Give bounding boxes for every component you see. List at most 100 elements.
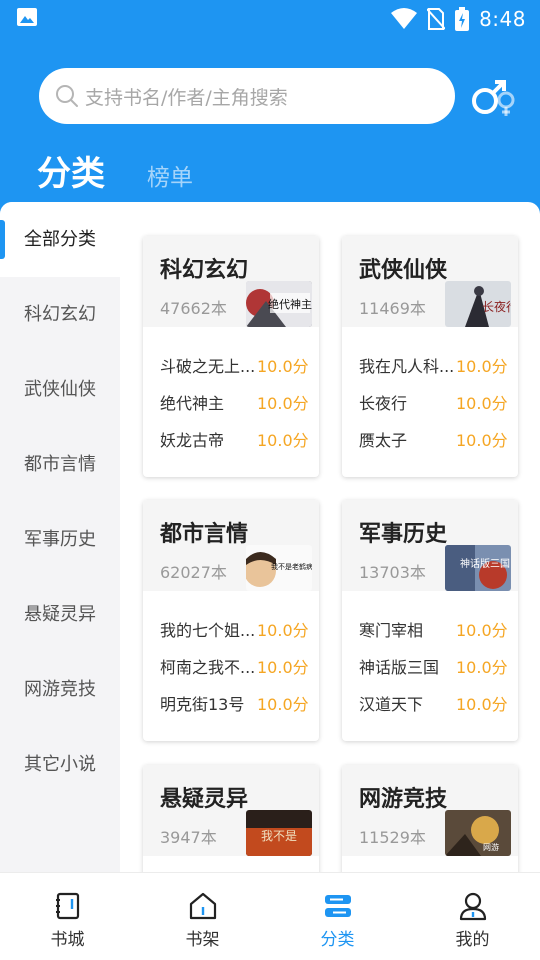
book-title: 我的七个姐...: [160, 621, 256, 640]
card-header: 科幻玄幻 47662本 绝代神主: [143, 236, 319, 327]
book-score: 10.0分: [456, 658, 508, 677]
card-title: 科幻玄幻: [160, 258, 249, 283]
nav-label: 书架: [185, 930, 220, 950]
nav-label: 分类: [320, 930, 355, 950]
book-title: 神话版三国: [359, 658, 440, 677]
book-item[interactable]: 绝代神主 10.0分: [143, 382, 319, 419]
book-cover: 网游: [445, 810, 511, 856]
sidebar-item-military-history[interactable]: 军事历史: [0, 502, 120, 577]
tab-category[interactable]: 分类: [37, 146, 105, 195]
nav-label: 书城: [50, 930, 85, 950]
book-score: 10.0分: [257, 695, 309, 714]
status-bar: 8:48: [0, 0, 540, 38]
cover-art: 长夜行: [445, 281, 511, 327]
book-score: 10.0分: [257, 621, 309, 640]
card-count: 47662本: [160, 299, 227, 318]
book-item[interactable]: 柯南之我不... 10.0分: [143, 646, 319, 683]
category-icon: [324, 895, 351, 917]
cover-art: 我不是老鹤病: [246, 545, 312, 591]
user-icon: [459, 892, 486, 921]
book-item[interactable]: 斗破之无上... 10.0分: [143, 345, 319, 382]
nav-category[interactable]: 分类: [270, 873, 405, 960]
cover-title: 网游: [483, 842, 499, 852]
book-score: 10.0分: [456, 394, 508, 413]
bottom-navigation: 书城 书架 分类 我的: [0, 872, 540, 960]
book-title: 明克街13号: [160, 695, 245, 714]
book-item[interactable]: 汉道天下 10.0分: [342, 683, 518, 720]
book-cover: 我不是老鹤病: [246, 545, 312, 591]
book-score: 10.0分: [456, 695, 508, 714]
sidebar-item-other[interactable]: 其它小说: [0, 727, 120, 802]
gender-switch-icon[interactable]: [468, 78, 520, 118]
book-score: 10.0分: [257, 394, 309, 413]
cover-art: 神话版三国: [445, 545, 511, 591]
nav-label: 我的: [455, 930, 490, 950]
category-card-mystery[interactable]: 悬疑灵异 3947本 我不是: [143, 765, 319, 872]
book-item[interactable]: 长夜行 10.0分: [342, 382, 518, 419]
sidebar-item-all[interactable]: 全部分类: [0, 202, 120, 277]
card-count: 11529本: [359, 828, 426, 847]
card-count: 62027本: [160, 563, 227, 582]
book-title: 赝太子: [359, 431, 408, 450]
sidebar-item-scifi-fantasy[interactable]: 科幻玄幻: [0, 277, 120, 352]
book-title: 我在凡人科...: [359, 357, 455, 376]
photo-icon: [17, 8, 37, 26]
cover-title: 神话版三国: [460, 557, 510, 570]
tab-rank[interactable]: 榜单: [147, 158, 193, 192]
category-sidebar: 全部分类 科幻玄幻 武侠仙侠 都市言情 军事历史 悬疑灵异 网游竞技 其它小说: [0, 202, 120, 872]
battery-icon: [455, 7, 470, 31]
category-card-military-history[interactable]: 军事历史 13703本 神话版三国 寒门宰相 10.0分 神话版三国 10.0分: [342, 500, 518, 741]
book-icon: [55, 892, 79, 920]
book-item[interactable]: 明克街13号 10.0分: [143, 683, 319, 720]
book-title: 柯南之我不...: [160, 658, 256, 677]
book-list: 我在凡人科... 10.0分 长夜行 10.0分 赝太子 10.0分: [342, 327, 518, 456]
book-item[interactable]: 寒门宰相 10.0分: [342, 609, 518, 646]
card-title: 都市言情: [160, 522, 249, 547]
sidebar-item-wuxia-xianxia[interactable]: 武侠仙侠: [0, 352, 120, 427]
cover-art: 绝代神主: [246, 281, 312, 327]
book-title: 斗破之无上...: [160, 357, 256, 376]
card-title: 军事历史: [359, 522, 448, 547]
no-sim-icon: [427, 8, 446, 30]
book-title: 汉道天下: [359, 695, 424, 714]
nav-bookshelf[interactable]: 书架: [135, 873, 270, 960]
card-header: 悬疑灵异 3947本 我不是: [143, 765, 319, 856]
cover-title: 我不是老鹤病: [271, 562, 312, 571]
sidebar-item-mystery[interactable]: 悬疑灵异: [0, 577, 120, 652]
book-cover: 绝代神主: [246, 281, 312, 327]
book-item[interactable]: 我的七个姐... 10.0分: [143, 609, 319, 646]
card-header: 军事历史 13703本 神话版三国: [342, 500, 518, 591]
search-icon: [56, 85, 78, 107]
book-score: 10.0分: [456, 621, 508, 640]
book-title: 寒门宰相: [359, 621, 424, 640]
cover-art: 网游: [445, 810, 511, 856]
search-placeholder: 支持书名/作者/主角搜索: [85, 86, 288, 109]
book-title: 妖龙古帝: [160, 431, 225, 450]
category-card-scifi-fantasy[interactable]: 科幻玄幻 47662本 绝代神主 斗破之无上... 10.0分 绝代神主 10.…: [143, 236, 319, 477]
card-header: 都市言情 62027本 我不是老鹤病: [143, 500, 319, 591]
card-count: 11469本: [359, 299, 426, 318]
nav-profile[interactable]: 我的: [405, 873, 540, 960]
book-score: 10.0分: [257, 658, 309, 677]
book-list: 斗破之无上... 10.0分 绝代神主 10.0分 妖龙古帝 10.0分: [143, 327, 319, 456]
cover-title: 长夜行: [482, 299, 511, 314]
sidebar-item-gaming[interactable]: 网游竞技: [0, 652, 120, 727]
card-count: 13703本: [359, 563, 426, 582]
category-card-gaming[interactable]: 网游竞技 11529本 网游: [342, 765, 518, 872]
book-score: 10.0分: [257, 431, 309, 450]
card-header: 网游竞技 11529本 网游: [342, 765, 518, 856]
category-content: 科幻玄幻 47662本 绝代神主 斗破之无上... 10.0分 绝代神主 10.…: [120, 202, 540, 872]
book-item[interactable]: 我在凡人科... 10.0分: [342, 345, 518, 382]
book-item[interactable]: 妖龙古帝 10.0分: [143, 419, 319, 456]
house-icon: [189, 892, 216, 920]
book-cover: 我不是: [246, 810, 312, 856]
category-card-urban-romance[interactable]: 都市言情 62027本 我不是老鹤病 我的七个姐... 10.0分 柯南之我不.…: [143, 500, 319, 741]
book-item[interactable]: 赝太子 10.0分: [342, 419, 518, 456]
book-cover: 长夜行: [445, 281, 511, 327]
search-input[interactable]: 支持书名/作者/主角搜索: [39, 68, 455, 124]
sidebar-item-urban-romance[interactable]: 都市言情: [0, 427, 120, 502]
book-item[interactable]: 神话版三国 10.0分: [342, 646, 518, 683]
wifi-icon: [391, 8, 418, 29]
category-card-wuxia-xianxia[interactable]: 武侠仙侠 11469本 长夜行 我在凡人科... 10.0分 长夜行 10.0分: [342, 236, 518, 477]
nav-bookstore[interactable]: 书城: [0, 873, 135, 960]
